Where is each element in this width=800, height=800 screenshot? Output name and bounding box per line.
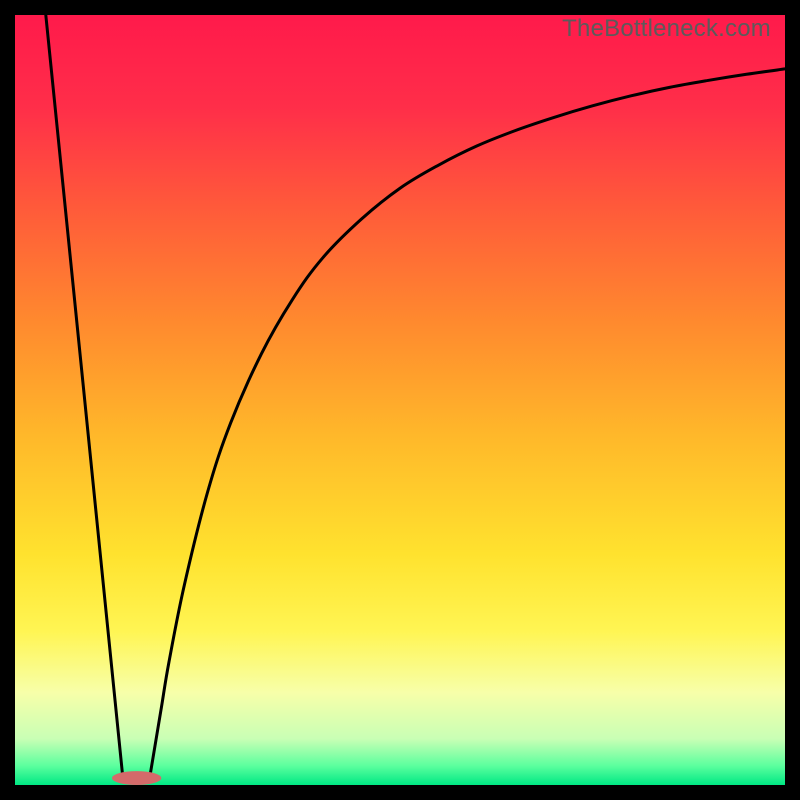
chart-frame: TheBottleneck.com bbox=[15, 15, 785, 785]
chart-svg bbox=[15, 15, 785, 785]
watermark-text: TheBottleneck.com bbox=[562, 15, 771, 43]
minimum-marker bbox=[112, 771, 161, 785]
gradient-background bbox=[15, 15, 785, 785]
